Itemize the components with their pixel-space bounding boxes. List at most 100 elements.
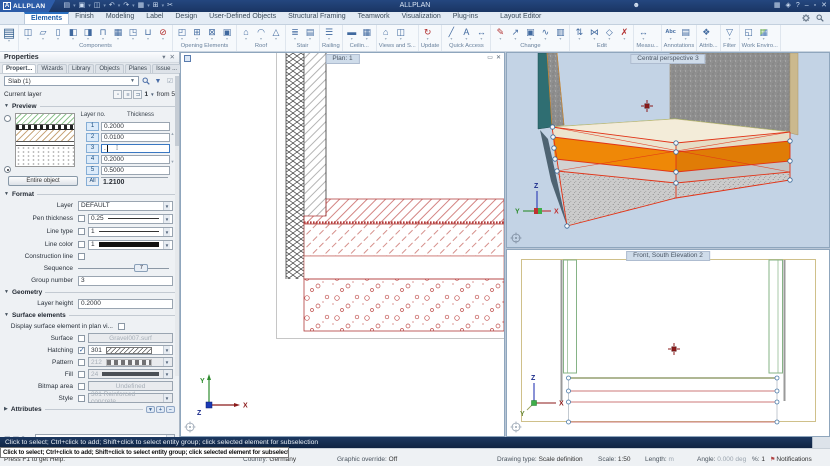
- panel-tab-issue[interactable]: Issue ...: [152, 64, 181, 73]
- line-color-select[interactable]: 1▼: [88, 240, 173, 250]
- scale-value[interactable]: 1:50: [618, 456, 631, 463]
- room-icon[interactable]: ◳▾: [126, 27, 140, 41]
- attributes-remove-icon[interactable]: −: [166, 406, 175, 413]
- update-3d-icon[interactable]: ↻▾: [421, 27, 435, 41]
- line-color-checkbox[interactable]: [78, 241, 85, 248]
- ceiling-grid-icon[interactable]: ▦▾: [360, 27, 374, 41]
- zoom-to-icon[interactable]: [141, 76, 151, 86]
- text-icon[interactable]: A▾: [459, 27, 473, 41]
- cut-icon[interactable]: ✂: [165, 0, 175, 12]
- open-icon[interactable]: ▤: [61, 0, 72, 12]
- pattern-select[interactable]: 212▼: [88, 357, 173, 367]
- notifications-button[interactable]: ⚑Notifications: [770, 456, 812, 463]
- bitmap-area-button[interactable]: Undefined: [88, 381, 173, 391]
- layer-option-icon-1[interactable]: ▫: [113, 90, 122, 99]
- paste-icon[interactable]: ⊞: [151, 0, 161, 12]
- menu-tab-structural-framing[interactable]: Structural Framing: [282, 12, 352, 24]
- layer-number-chip[interactable]: 1: [86, 122, 99, 131]
- close-button[interactable]: ✕: [821, 0, 827, 12]
- modify-hatching-icon[interactable]: ▥▾: [553, 27, 567, 41]
- filter-funnel-icon[interactable]: ▽▾: [723, 27, 737, 41]
- sequence-slider-handle[interactable]: 7: [134, 264, 148, 272]
- layer-number-chip[interactable]: 3: [86, 144, 99, 153]
- thickness-input[interactable]: .I: [101, 144, 170, 153]
- copy-icon[interactable]: ▦: [136, 0, 147, 12]
- style-select[interactable]: 301 Reinforced concrete▼: [88, 393, 173, 403]
- pin-icon[interactable]: ▾: [162, 53, 165, 61]
- hatching-select[interactable]: 301▼: [88, 345, 173, 355]
- menu-tab-layout-editor[interactable]: Layout Editor: [494, 12, 547, 24]
- menu-tab-design[interactable]: Design: [169, 12, 203, 24]
- mirror-icon[interactable]: ⋈▾: [587, 27, 601, 41]
- fill-select[interactable]: 24▼: [88, 369, 173, 379]
- perspective-canvas[interactable]: Z Y X: [507, 53, 829, 247]
- entire-object-button[interactable]: Entire object: [8, 176, 78, 186]
- close-panel-icon[interactable]: ✕: [170, 53, 175, 61]
- profile-wall-icon[interactable]: ▱▾: [36, 27, 50, 41]
- niche-icon[interactable]: ▣▾: [220, 27, 234, 41]
- pattern-checkbox[interactable]: [78, 359, 85, 366]
- slab-icon[interactable]: ▦▾: [111, 27, 125, 41]
- shop-icon[interactable]: ◈: [785, 0, 790, 12]
- user-account-icon[interactable]: ☻: [633, 0, 640, 12]
- restore-button[interactable]: ▫: [814, 0, 816, 12]
- viewport-plan[interactable]: Plan: 1 ▭ ✕: [180, 52, 505, 437]
- layer-number-chip[interactable]: 2: [86, 133, 99, 142]
- angle-value[interactable]: 0.000: [717, 456, 733, 463]
- window-layout-icon[interactable]: ▦: [774, 0, 781, 12]
- sequence-slider[interactable]: 7: [78, 264, 169, 272]
- display-surface-checkbox[interactable]: [118, 323, 125, 330]
- partition-wall-icon[interactable]: ◨▾: [81, 27, 95, 41]
- window-arrangement-icon[interactable]: ▦▾: [757, 27, 771, 41]
- navigation-compass-icon[interactable]: [185, 422, 196, 433]
- percent-value[interactable]: 1: [761, 456, 765, 463]
- panel-tab-objects[interactable]: Objects: [95, 64, 123, 73]
- viewport-elevation-title[interactable]: Front, South Elevation 2: [626, 251, 710, 261]
- thickness-input[interactable]: 0.2000: [101, 155, 170, 164]
- section-format[interactable]: ▼Format: [0, 189, 179, 199]
- override-value[interactable]: Off: [389, 456, 398, 463]
- section-preview[interactable]: ▼Preview: [0, 101, 179, 111]
- task-board-icon[interactable]: ▤▾: [2, 26, 16, 43]
- surface-checkbox[interactable]: [78, 335, 85, 342]
- label-sheet-icon[interactable]: ▤▾: [679, 27, 693, 41]
- door-opening-icon[interactable]: ◰▾: [175, 27, 189, 41]
- panel-tab-library[interactable]: Library: [68, 64, 94, 73]
- menu-tab-modeling[interactable]: Modeling: [100, 12, 140, 24]
- radio-entire-object[interactable]: [4, 166, 11, 173]
- railing-icon[interactable]: ☰▾: [322, 27, 336, 41]
- copy-elements-icon[interactable]: ▣▾: [523, 27, 537, 41]
- menu-tab-label[interactable]: Label: [140, 12, 169, 24]
- view-icon[interactable]: ⌂▾: [379, 27, 393, 41]
- drawing-type-value[interactable]: Scale definition: [539, 456, 583, 463]
- new-icon[interactable]: ◫: [92, 0, 103, 12]
- redo-icon[interactable]: ↷: [121, 0, 131, 12]
- modify-offset-icon[interactable]: ∿▾: [538, 27, 552, 41]
- resize-icon[interactable]: ◇▾: [602, 27, 616, 41]
- thickness-input[interactable]: 0.2000: [101, 122, 170, 131]
- filter-icon[interactable]: ▼: [153, 76, 163, 86]
- pen-thickness-checkbox[interactable]: [78, 215, 85, 222]
- surface-file-button[interactable]: Gravel007.surf: [88, 333, 173, 343]
- layer-height-input[interactable]: 0.2000: [78, 299, 173, 309]
- construction-line-checkbox[interactable]: [78, 253, 85, 260]
- move-icon[interactable]: ⇅▾: [572, 27, 586, 41]
- workspace-icon[interactable]: ◱▾: [742, 27, 756, 41]
- fill-checkbox[interactable]: [78, 371, 85, 378]
- thickness-input[interactable]: 0.5000: [101, 166, 170, 175]
- attributes-icon[interactable]: ❖▾: [699, 27, 713, 41]
- roof-covering-icon[interactable]: ◠▾: [254, 27, 268, 41]
- layer-select[interactable]: DEFAULT▼: [78, 201, 173, 211]
- line-icon[interactable]: ╱▾: [444, 27, 458, 41]
- stair-icon[interactable]: ≣▾: [288, 27, 302, 41]
- panel-scrollbar[interactable]: [175, 76, 179, 376]
- layer-number-chip[interactable]: 5: [86, 166, 99, 175]
- panel-tab-wizards[interactable]: Wizards: [37, 64, 67, 73]
- line-type-select[interactable]: 1▼: [88, 227, 173, 237]
- section-geometry[interactable]: ▼Geometry: [0, 287, 179, 297]
- help-icon[interactable]: ?: [796, 0, 800, 12]
- edit-pencil-icon[interactable]: ✎▾: [493, 27, 507, 41]
- hatching-checkbox[interactable]: [78, 347, 85, 354]
- group-number-input[interactable]: 3: [78, 276, 173, 286]
- current-layer-value[interactable]: 1: [144, 91, 148, 98]
